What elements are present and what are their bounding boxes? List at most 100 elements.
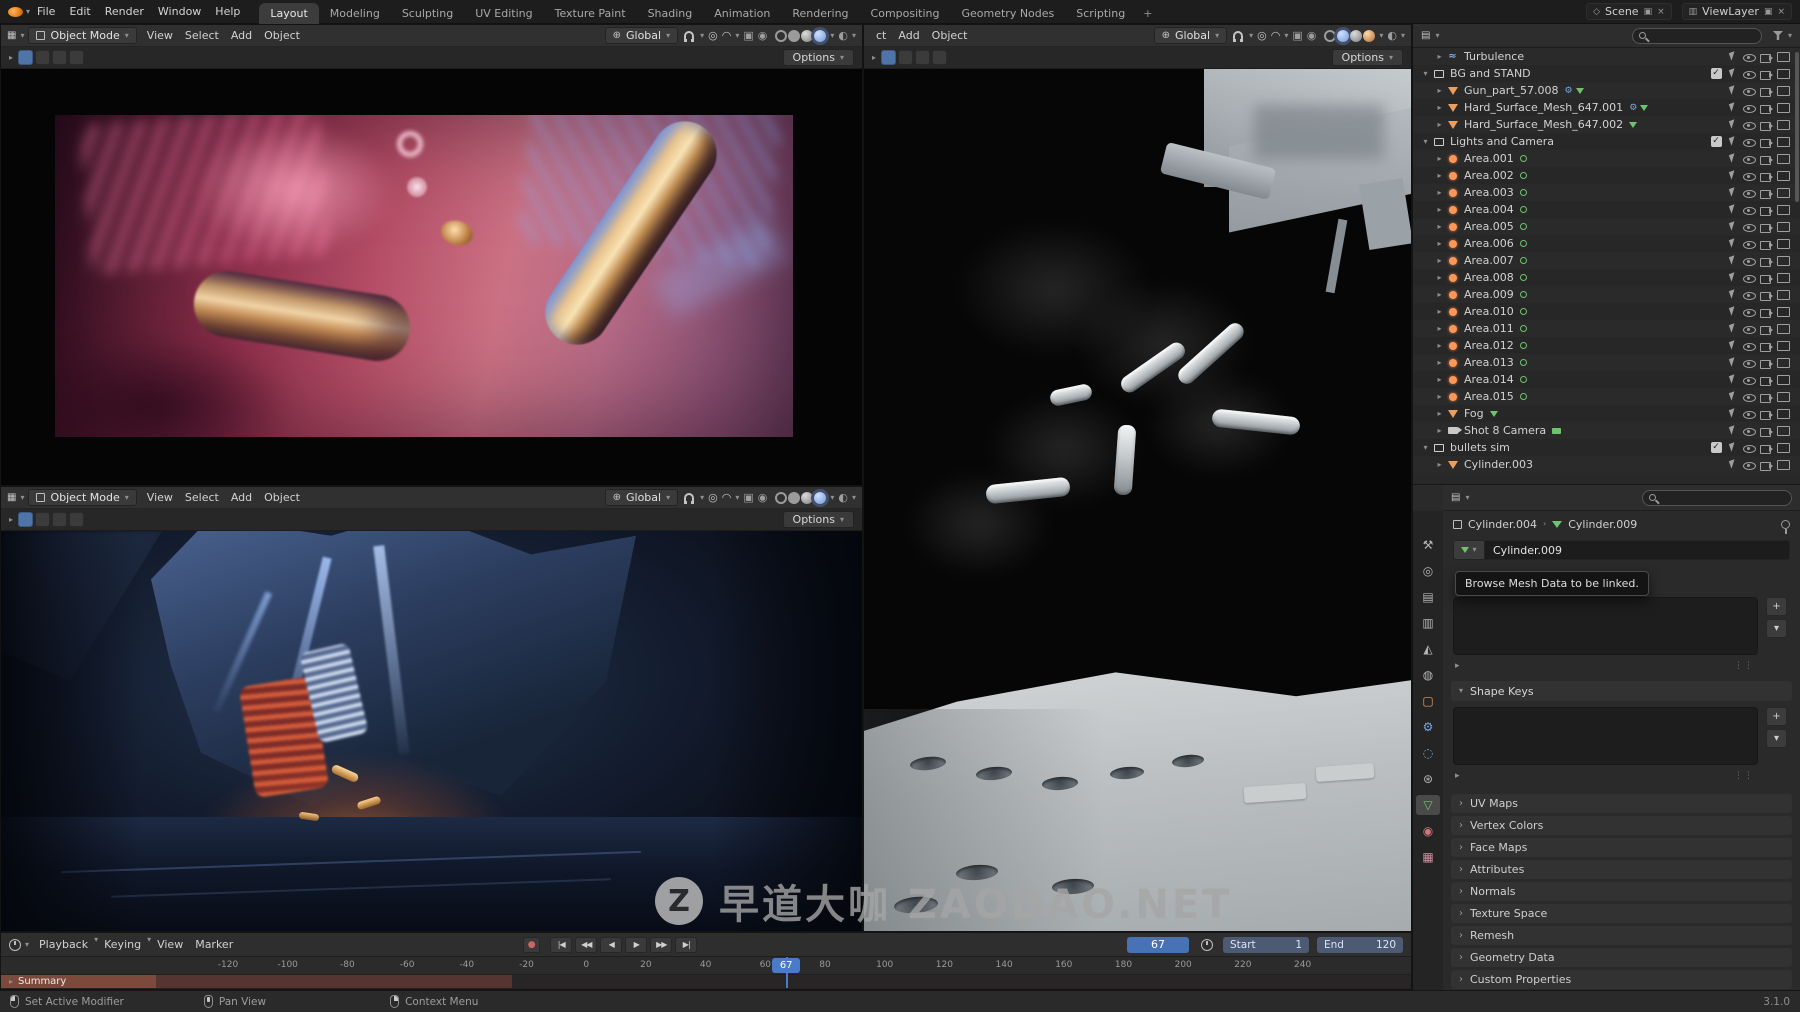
disclosure-triangle-icon[interactable]: ▸: [1433, 103, 1446, 112]
select-toggle-icon[interactable]: [1724, 254, 1741, 268]
disable-viewport-icon[interactable]: [1775, 220, 1792, 234]
datablock-name-field[interactable]: Cylinder.009: [1485, 540, 1790, 560]
properties-tab-render[interactable]: ◎: [1416, 561, 1440, 581]
disclosure-triangle-icon[interactable]: ▾: [1419, 137, 1432, 146]
tool-header-arrow-icon[interactable]: ▸: [872, 54, 876, 62]
hide-viewport-icon[interactable]: [1741, 169, 1758, 183]
menu-keying[interactable]: Keying: [98, 936, 147, 953]
disable-viewport-icon[interactable]: [1775, 305, 1792, 319]
shading-wireframe-icon[interactable]: [775, 30, 787, 42]
tool-button[interactable]: [915, 50, 930, 65]
select-toggle-icon[interactable]: [1724, 373, 1741, 387]
editor-type-icon[interactable]: ▦: [7, 31, 16, 41]
orientation-dropdown[interactable]: ⊕Global▾: [1154, 27, 1228, 44]
outliner-row[interactable]: ▸Area.008: [1413, 269, 1800, 286]
panel-attributes[interactable]: ›Attributes: [1451, 860, 1792, 879]
menu-object[interactable]: Object: [258, 27, 306, 44]
menu-help[interactable]: Help: [208, 3, 247, 20]
properties-tab-material[interactable]: ◉: [1416, 821, 1440, 841]
proportional-edit-icon[interactable]: ◎: [1257, 29, 1267, 42]
properties-tab-physics[interactable]: ◌: [1416, 743, 1440, 763]
select-toggle-icon[interactable]: [1724, 220, 1741, 234]
tool-button[interactable]: [932, 50, 947, 65]
hide-viewport-icon[interactable]: [1741, 305, 1758, 319]
add-item-button[interactable]: +: [1766, 707, 1787, 726]
hide-viewport-icon[interactable]: [1741, 152, 1758, 166]
disable-viewport-icon[interactable]: [1775, 101, 1792, 115]
select-toggle-icon[interactable]: [1724, 50, 1741, 64]
disable-viewport-icon[interactable]: [1775, 373, 1792, 387]
disable-viewport-icon[interactable]: [1775, 441, 1792, 455]
properties-tab-modifiers[interactable]: ⚙: [1416, 717, 1440, 737]
disclosure-triangle-icon[interactable]: ▸: [1433, 256, 1446, 265]
specials-menu-button[interactable]: ▾: [1766, 729, 1787, 748]
options-dropdown[interactable]: Options▾: [783, 511, 854, 528]
outliner-item-label[interactable]: Area.006: [1464, 237, 1514, 250]
orientation-dropdown[interactable]: ⊕Global▾: [605, 27, 679, 44]
disclosure-triangle-icon[interactable]: ▸: [1433, 409, 1446, 418]
orientation-dropdown[interactable]: ⊕Global▾: [605, 489, 679, 506]
hide-viewport-icon[interactable]: [1741, 67, 1758, 81]
menu-view[interactable]: View: [151, 936, 189, 953]
select-toggle-icon[interactable]: [1724, 101, 1741, 115]
select-box-tool[interactable]: [18, 50, 33, 65]
tool-button[interactable]: [35, 512, 50, 527]
outliner-item-label[interactable]: Area.010: [1464, 305, 1514, 318]
properties-tab-texture[interactable]: ▦: [1416, 847, 1440, 867]
disable-viewport-icon[interactable]: [1775, 50, 1792, 64]
disable-render-icon[interactable]: [1758, 169, 1775, 183]
outliner-row[interactable]: ▸Gun_part_57.008⚙: [1413, 82, 1800, 99]
outliner-row[interactable]: ▾BG and STAND✓: [1413, 65, 1800, 82]
transport-jump-start-button[interactable]: |◀: [550, 937, 572, 953]
overlays-icon[interactable]: ◐: [1387, 29, 1397, 42]
hide-viewport-icon[interactable]: [1741, 186, 1758, 200]
outliner-row[interactable]: ▸ Area.001: [1413, 150, 1800, 167]
timeline-editor-icon[interactable]: [9, 939, 21, 951]
panel-remesh[interactable]: ›Remesh: [1451, 926, 1792, 945]
shading-rendered-icon[interactable]: [1363, 30, 1375, 42]
select-toggle-icon[interactable]: [1724, 288, 1741, 302]
disclosure-triangle-icon[interactable]: ▸: [1433, 154, 1446, 163]
select-toggle-icon[interactable]: [1724, 407, 1741, 421]
tool-button[interactable]: [52, 512, 67, 527]
menu-add[interactable]: Add: [892, 27, 925, 44]
outliner-item-label[interactable]: Area.009: [1464, 288, 1514, 301]
selectability-icon[interactable]: ▣: [743, 29, 753, 42]
hide-viewport-icon[interactable]: [1741, 237, 1758, 251]
gizmo-icon[interactable]: ◉: [758, 29, 768, 42]
menu-object[interactable]: Object: [926, 27, 974, 44]
tab-uv-editing[interactable]: UV Editing: [464, 3, 543, 24]
outliner-item-label[interactable]: Area.011: [1464, 322, 1514, 335]
shading-material-icon[interactable]: [801, 492, 813, 504]
mode-dropdown[interactable]: Object Mode ▾: [28, 489, 136, 506]
outliner-row[interactable]: ▸Area.010: [1413, 303, 1800, 320]
select-toggle-icon[interactable]: [1724, 169, 1741, 183]
bullet-casing[interactable]: [1114, 424, 1137, 495]
scene-selector[interactable]: ◇ Scene ▣ ×: [1586, 3, 1672, 20]
disable-viewport-icon[interactable]: [1775, 118, 1792, 132]
overlays-icon[interactable]: ◐: [838, 491, 848, 504]
select-toggle-icon[interactable]: [1724, 424, 1741, 438]
panel-shape-keys[interactable]: ▾ Shape Keys: [1451, 681, 1792, 701]
disable-viewport-icon[interactable]: [1775, 152, 1792, 166]
transport-play-button[interactable]: ▶: [625, 937, 647, 953]
viewport-canvas[interactable]: [864, 69, 1411, 931]
disclosure-triangle-icon[interactable]: ▸: [1433, 426, 1446, 435]
outliner-item-label[interactable]: Area.008: [1464, 271, 1514, 284]
tool-button[interactable]: [69, 512, 84, 527]
frame-start-field[interactable]: Start 1: [1223, 937, 1309, 953]
outliner-row[interactable]: ▸Area.011: [1413, 320, 1800, 337]
snap-magnet-icon[interactable]: [1233, 31, 1243, 40]
close-icon[interactable]: ×: [1777, 7, 1785, 17]
select-toggle-icon[interactable]: [1724, 84, 1741, 98]
browse-mesh-data-button[interactable]: ▾: [1453, 540, 1485, 560]
disable-viewport-icon[interactable]: [1775, 84, 1792, 98]
disable-viewport-icon[interactable]: [1775, 458, 1792, 472]
outliner-item-label[interactable]: Area.001: [1464, 152, 1514, 165]
outliner-search-input[interactable]: [1632, 28, 1762, 44]
outliner-row[interactable]: ▸Area.005: [1413, 218, 1800, 235]
disclosure-triangle-icon[interactable]: ▸: [1433, 171, 1446, 180]
properties-tab-object-data[interactable]: ▽: [1416, 795, 1440, 815]
outliner-row[interactable]: ▸Area.015: [1413, 388, 1800, 405]
outliner-item-label[interactable]: Area.014: [1464, 373, 1514, 386]
